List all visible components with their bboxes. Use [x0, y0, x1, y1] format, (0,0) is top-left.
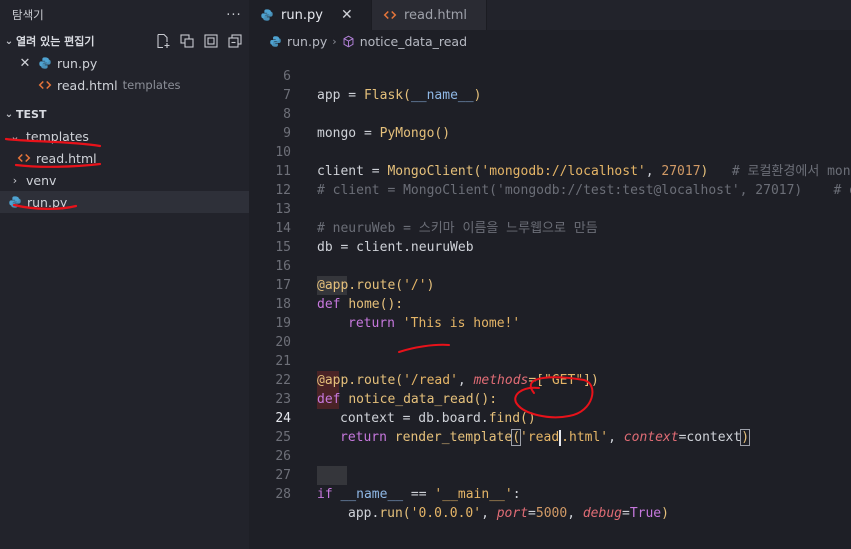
- code-line: 18 return 'This is home!': [249, 276, 851, 331]
- section-actions: [155, 33, 243, 49]
- code-line-current: 24 return render_template('read .html', c…: [249, 390, 851, 446]
- explorer-header: 탐색기 ···: [0, 0, 249, 30]
- code-line: 19: [249, 295, 851, 331]
- tree-file-run-py[interactable]: run.py: [0, 191, 249, 213]
- tree-item-label: run.py: [27, 194, 68, 210]
- tree-folder-venv[interactable]: › venv: [0, 169, 249, 191]
- code-line: 17 def home():: [249, 257, 851, 312]
- tab-label: run.py: [281, 7, 323, 23]
- python-file-icon: [7, 194, 23, 210]
- code-line: 20: [249, 314, 851, 350]
- open-editor-name: read.html: [57, 77, 118, 93]
- project-header[interactable]: ⌄ TEST: [0, 103, 249, 125]
- code-line: 6 app = Flask(__name__): [249, 48, 851, 103]
- more-actions-icon[interactable]: ···: [219, 8, 249, 23]
- code-line: 26: [249, 428, 851, 464]
- open-editor-item-run-py[interactable]: ✕ run.py: [0, 52, 249, 74]
- html-file-icon: [16, 150, 32, 166]
- new-file-icon[interactable]: [155, 33, 171, 49]
- code-line: 12: [249, 162, 851, 198]
- python-file-icon: [259, 7, 275, 23]
- tree-item-label: templates: [26, 128, 89, 144]
- explorer-title: 탐색기: [12, 8, 44, 22]
- chevron-right-icon: ›: [12, 173, 18, 187]
- code-line: 22 def notice_data_read():: [249, 352, 851, 407]
- code-editor[interactable]: 6 app = Flask(__name__) 7 8 mongo = PyMo…: [249, 44, 851, 549]
- code-line: 7: [249, 67, 851, 103]
- code-line: 15: [249, 219, 851, 255]
- close-all-icon[interactable]: [203, 33, 219, 49]
- code-line: 27 if __name__ == '__main__':: [249, 447, 851, 502]
- code-line: 25: [249, 409, 851, 445]
- code-line: 28 app.run('0.0.0.0', port=5000, debug=T…: [249, 466, 851, 521]
- tree-file-read-html[interactable]: read.html: [0, 147, 249, 169]
- open-editor-name: run.py: [57, 55, 98, 71]
- code-line: 14 db = client.neuruWeb: [249, 200, 851, 255]
- save-all-icon[interactable]: [179, 33, 195, 49]
- tree-item-label: read.html: [36, 150, 97, 166]
- open-editor-folder: templates: [122, 78, 181, 92]
- code-line: 9: [249, 105, 851, 141]
- tab-read-html[interactable]: read.html: [372, 0, 487, 30]
- open-editors-label: 열려 있는 편집기: [16, 35, 95, 48]
- code-line: 13 # neuruWeb = 스키마 이름을 느루웹으로 만듬: [249, 181, 851, 236]
- tree-item-label: venv: [26, 172, 57, 188]
- explorer-sidebar: 탐색기 ··· ⌄ 열려 있는 편집기 ✕ run.py read.html t…: [0, 0, 249, 549]
- line-number: 28: [275, 487, 291, 502]
- open-editors-header[interactable]: ⌄ 열려 있는 편집기: [0, 30, 249, 52]
- close-icon[interactable]: ✕: [339, 7, 355, 23]
- code-line: 21 @app.route('/read', methods=["GET"]): [249, 333, 851, 388]
- tab-bar: run.py ✕ read.html: [249, 0, 851, 30]
- collapse-all-icon[interactable]: [227, 33, 243, 49]
- code-line: 11 # client = MongoClient('mongodb://tes…: [249, 143, 851, 198]
- tab-run-py[interactable]: run.py ✕: [249, 0, 372, 30]
- chevron-down-icon: ⌄: [4, 108, 14, 120]
- section-divider: [0, 96, 249, 103]
- code-line: 10 client = MongoClient('mongodb://local…: [249, 124, 851, 179]
- tab-label: read.html: [404, 7, 468, 23]
- project-label: TEST: [16, 107, 47, 121]
- tree-folder-templates[interactable]: ⌄ templates: [0, 125, 249, 147]
- open-editor-item-read-html[interactable]: read.html templates: [0, 74, 249, 96]
- editor-area: run.py ✕ read.html run.py › notice_data_…: [249, 0, 851, 549]
- close-icon[interactable]: ✕: [17, 56, 33, 71]
- code-line: 16 @app.route('/'): [249, 238, 851, 293]
- html-file-icon: [37, 77, 53, 93]
- code-line: 23 context = db.board.find(): [249, 371, 851, 426]
- chevron-down-icon: ⌄: [4, 35, 14, 47]
- html-file-icon: [382, 7, 398, 23]
- chevron-down-icon: ⌄: [10, 129, 20, 143]
- python-file-icon: [37, 55, 53, 71]
- code-line: 8 mongo = PyMongo(): [249, 86, 851, 141]
